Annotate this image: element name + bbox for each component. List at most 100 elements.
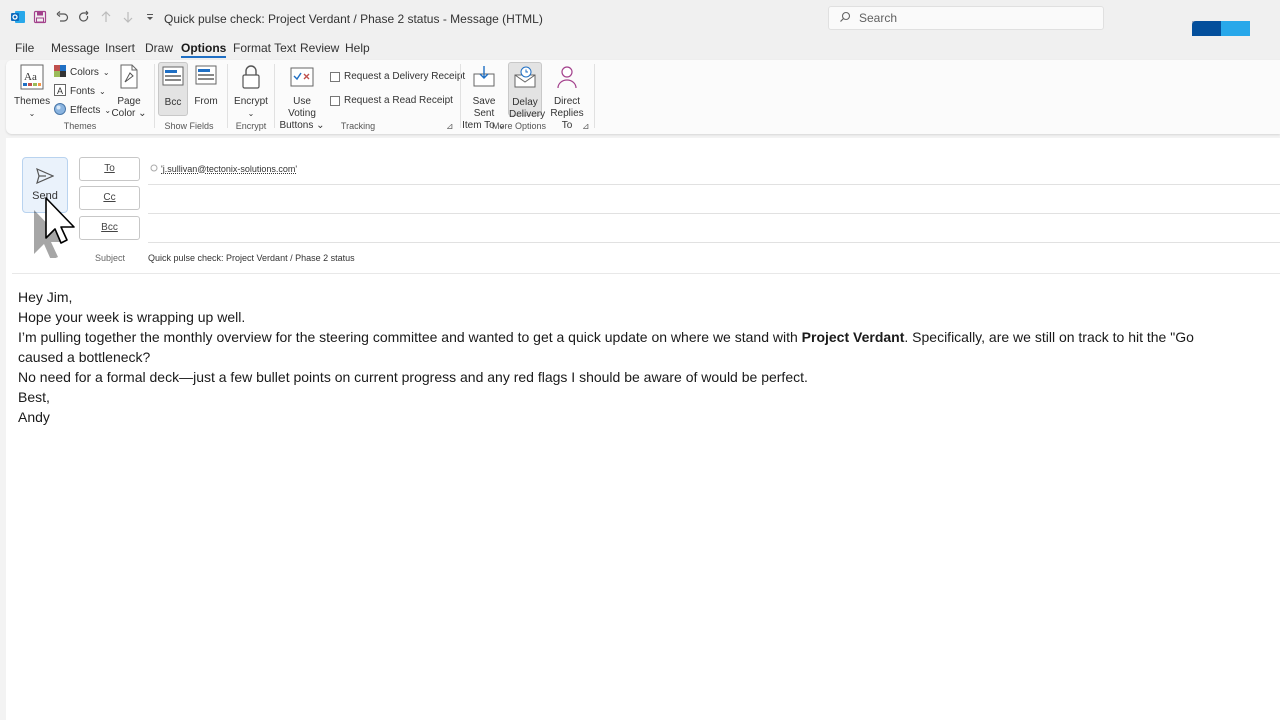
delivery-receipt-checkbox[interactable]: Request a Delivery Receipt [330, 71, 465, 82]
themes-button[interactable]: Aa Themes ⌄ [14, 64, 50, 120]
ribbon-separator [227, 64, 228, 128]
send-icon [23, 167, 67, 187]
body-line-2-end: . Specifically, are we still on track to… [904, 329, 1194, 345]
quick-access-toolbar [10, 9, 158, 25]
search-icon [839, 11, 851, 26]
to-field[interactable]: 'j.sullivan@tectonix-solutions.com' [150, 164, 297, 174]
chevron-down-icon: ⌄ [99, 87, 106, 96]
cc-input[interactable] [148, 188, 1278, 210]
effects-icon [54, 103, 66, 118]
ribbon-separator [154, 64, 155, 128]
fonts-button[interactable]: A Fonts ⌄ [54, 84, 106, 99]
bcc-input[interactable] [148, 218, 1278, 240]
themes-label: Themes [14, 96, 51, 107]
ribbon-separator [594, 64, 595, 128]
undo-icon[interactable] [54, 9, 70, 25]
direct-replies-icon [546, 64, 588, 94]
svg-text:A: A [57, 86, 63, 96]
bcc-toggle-button[interactable]: Bcc [158, 62, 188, 116]
delay-label-1: Delay [512, 97, 538, 108]
tab-review[interactable]: Review [300, 41, 339, 55]
svg-text:Aa: Aa [24, 71, 37, 83]
body-line-3: caused a bottleneck? [18, 349, 151, 365]
body-line-1: Hope your week is wrapping up well. [18, 309, 246, 325]
more-options-launcher-icon[interactable]: ⊿ [582, 121, 590, 132]
cc-field-underline [148, 213, 1280, 214]
page-color-icon [110, 64, 148, 94]
tab-file[interactable]: File [15, 41, 34, 55]
subject-input[interactable]: Quick pulse check: Project Verdant / Pha… [148, 253, 355, 263]
to-button[interactable]: To [79, 157, 140, 181]
mouse-pointer-icon [30, 196, 80, 260]
effects-button[interactable]: Effects ⌄ [54, 103, 111, 118]
arrow-down-icon[interactable] [120, 9, 136, 25]
to-field-underline [148, 184, 1280, 185]
tab-format-text[interactable]: Format Text [233, 41, 296, 55]
project-name-bold: Project Verdant [801, 329, 905, 345]
tab-help[interactable]: Help [345, 41, 370, 55]
delay-delivery-icon [509, 65, 541, 95]
subject-divider [12, 273, 1280, 274]
tab-insert[interactable]: Insert [105, 41, 135, 55]
delay-label-2: Delivery [509, 109, 546, 120]
bcc-button[interactable]: Bcc [79, 216, 140, 240]
save-icon[interactable] [32, 9, 48, 25]
more-options-group-label: More Options [491, 121, 547, 131]
body-name: Andy [18, 409, 50, 425]
delay-delivery-button[interactable]: Delay Delivery [508, 62, 545, 120]
fonts-label: Fonts [70, 86, 96, 97]
page-color-label-2: Color [111, 108, 136, 119]
window-title: Quick pulse check: Project Verdant / Pha… [164, 12, 543, 26]
voting-label-2: Buttons [279, 120, 314, 131]
colors-label: Colors [70, 67, 99, 78]
lock-icon [232, 64, 270, 94]
colors-icon [54, 65, 66, 80]
customize-toolbar-icon[interactable] [142, 9, 158, 25]
contact-status-icon [150, 164, 158, 174]
direct-label-1: Direct [553, 96, 581, 107]
read-receipt-checkbox[interactable]: Request a Read Receipt [330, 95, 453, 106]
tracking-launcher-icon[interactable]: ⊿ [446, 121, 454, 132]
search-box[interactable]: Search [828, 6, 1104, 30]
bcc-label: Bcc [164, 97, 182, 108]
page-color-label-1: Page [117, 96, 141, 107]
body-line-4: No need for a formal deck—just a few bul… [18, 369, 808, 385]
ribbon: Aa Themes ⌄ Colors ⌄ A Fonts ⌄ Effects ⌄… [6, 60, 1280, 134]
themes-group-label: Themes [63, 121, 97, 131]
bcc-field-underline [148, 242, 1280, 243]
message-body[interactable]: Hey Jim, Hope your week is wrapping up w… [18, 287, 1280, 427]
tab-message[interactable]: Message [51, 41, 100, 55]
redo-icon[interactable] [76, 9, 92, 25]
from-toggle-button[interactable]: From [192, 64, 220, 108]
voting-icon [278, 64, 326, 94]
fonts-icon: A [54, 84, 66, 99]
checkbox-icon [330, 95, 340, 106]
tab-draw[interactable]: Draw [145, 41, 173, 55]
encrypt-label: Encrypt [234, 96, 268, 107]
checkbox-icon [330, 71, 340, 82]
read-receipt-label: Request a Read Receipt [344, 95, 453, 106]
delivery-receipt-label: Request a Delivery Receipt [344, 71, 466, 82]
search-placeholder: Search [859, 11, 898, 25]
ribbon-separator [274, 64, 275, 128]
from-label: From [194, 96, 218, 107]
show-fields-group-label: Show Fields [164, 121, 214, 131]
encrypt-group-label: Encrypt [235, 121, 267, 131]
cc-button[interactable]: Cc [79, 186, 140, 210]
to-recipient[interactable]: 'j.sullivan@tectonix-solutions.com' [161, 164, 297, 174]
save-sent-icon [462, 64, 506, 94]
tab-options[interactable]: Options [181, 41, 227, 58]
bcc-icon [159, 65, 187, 95]
arrow-up-icon[interactable] [98, 9, 114, 25]
page-color-button[interactable]: Page Color ⌄ [110, 64, 148, 120]
body-line-2-start: I’m pulling together the monthly overvie… [18, 329, 802, 345]
colors-button[interactable]: Colors ⌄ [54, 65, 110, 80]
voting-buttons-button[interactable]: Use Voting Buttons ⌄ [278, 64, 326, 132]
chevron-down-icon: ⌄ [102, 68, 110, 77]
save-sent-label-1: Save Sent [472, 96, 496, 119]
voting-label-1: Use Voting [288, 96, 316, 119]
outlook-app-icon [10, 9, 26, 25]
encrypt-button[interactable]: Encrypt ⌄ [232, 64, 270, 120]
subject-label: Subject [95, 253, 126, 263]
body-signoff: Best, [18, 389, 50, 405]
